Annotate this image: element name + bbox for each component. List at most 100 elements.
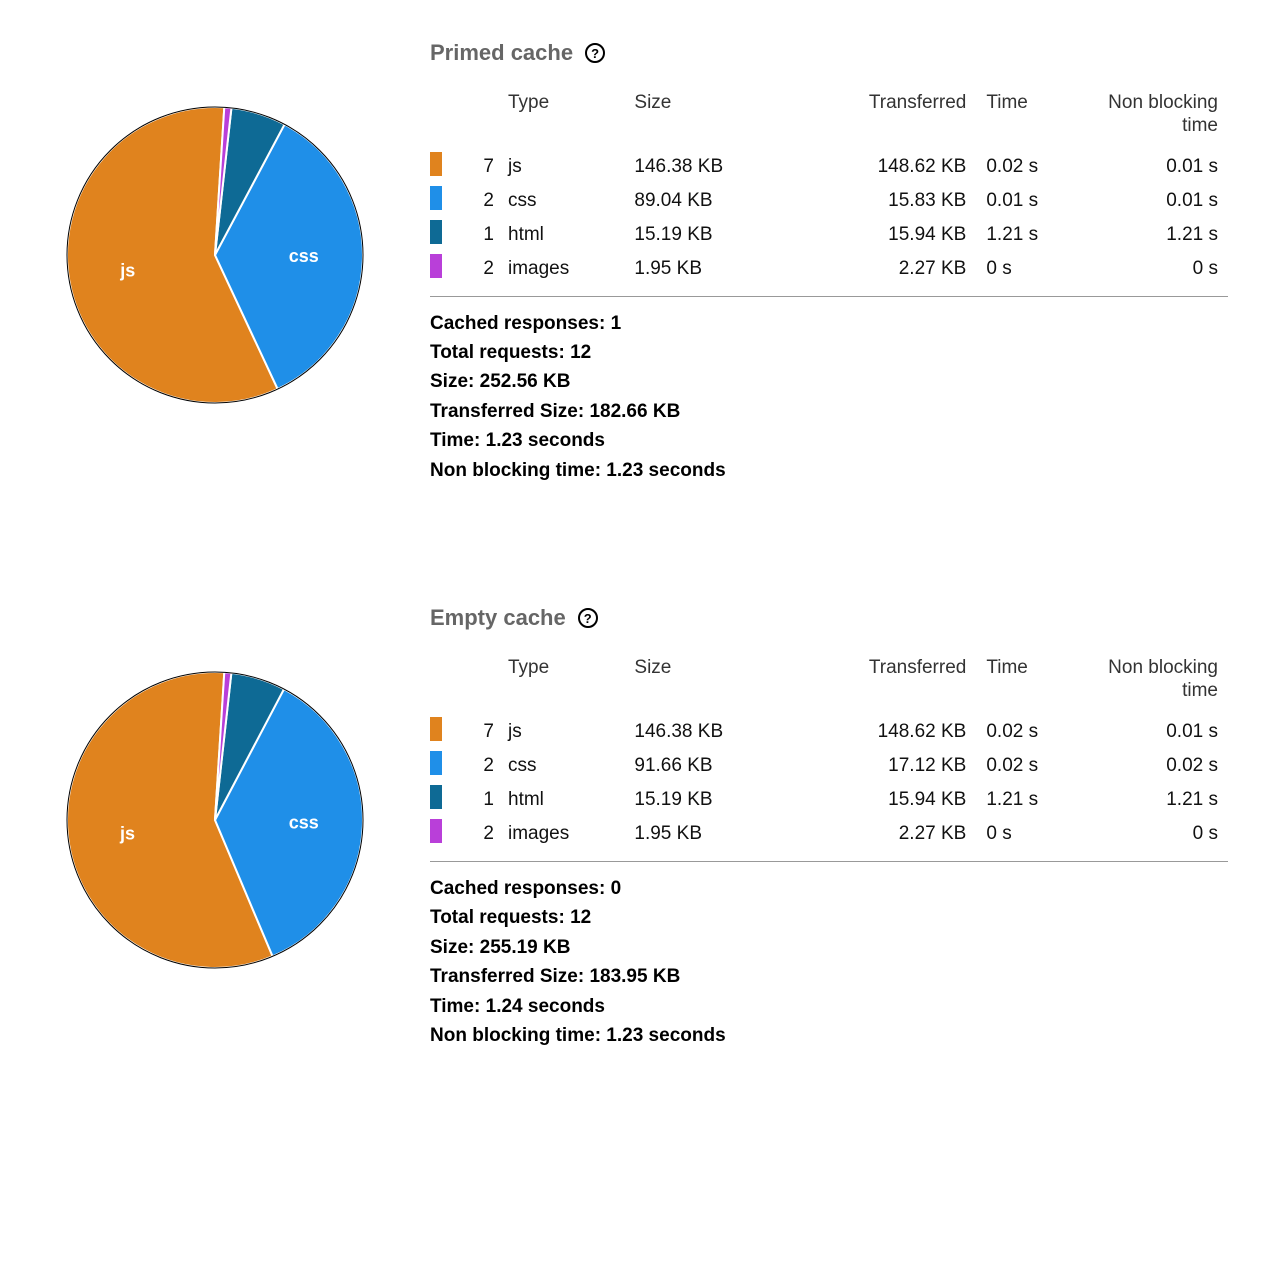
cell-count: 2: [458, 184, 498, 218]
col-time: Time: [976, 84, 1088, 150]
cell-time: 0.02 s: [976, 749, 1088, 783]
cell-size: 15.19 KB: [624, 783, 793, 817]
summary-time: Time1.23 seconds: [430, 426, 1228, 455]
col-type: Type: [498, 649, 624, 715]
cell-count: 7: [458, 150, 498, 184]
cell-count: 2: [458, 817, 498, 851]
cell-count: 1: [458, 218, 498, 252]
cell-count: 2: [458, 252, 498, 286]
summary-total: Total requests12: [430, 903, 1228, 932]
cell-time: 1.21 s: [976, 783, 1088, 817]
cell-size: 15.19 KB: [624, 218, 793, 252]
cell-transferred: 148.62 KB: [794, 715, 977, 749]
swatch-html: [430, 220, 442, 244]
cell-time: 0.02 s: [976, 715, 1088, 749]
summary-label-size: Size: [430, 371, 480, 392]
swatch-js: [430, 152, 442, 176]
summary-value-total: 12: [570, 342, 591, 363]
summary-label-transferred: Transferred Size: [430, 401, 589, 422]
cell-nbt: 0 s: [1088, 252, 1228, 286]
cell-time: 0 s: [976, 252, 1088, 286]
cell-transferred: 2.27 KB: [794, 817, 977, 851]
cell-count: 1: [458, 783, 498, 817]
summary-value-transferred: 182.66 KB: [589, 401, 680, 422]
summary-label-cached: Cached responses: [430, 313, 611, 334]
swatch-images: [430, 254, 442, 278]
pie-chart: jscss: [60, 665, 370, 975]
col-count: [458, 649, 498, 715]
table-row: 7js146.38 KB148.62 KB0.02 s0.01 s: [430, 715, 1228, 749]
cell-nbt: 0.01 s: [1088, 715, 1228, 749]
summary-label-time: Time: [430, 996, 486, 1017]
pie-label-css: css: [289, 813, 319, 833]
cell-size: 91.66 KB: [624, 749, 793, 783]
cell-size: 1.95 KB: [624, 252, 793, 286]
summary-total: Total requests12: [430, 338, 1228, 367]
table-row: 7js146.38 KB148.62 KB0.02 s0.01 s: [430, 150, 1228, 184]
cell-type: css: [498, 749, 624, 783]
summary-value-time: 1.24 seconds: [486, 996, 605, 1017]
section-title-text: Empty cache: [430, 605, 566, 631]
cell-type: html: [498, 218, 624, 252]
info-column: Empty cache?TypeSizeTransferredTimeNon b…: [400, 605, 1228, 1050]
cell-nbt: 0 s: [1088, 817, 1228, 851]
col-transferred: Transferred: [794, 649, 977, 715]
cell-type: html: [498, 783, 624, 817]
swatch-images: [430, 819, 442, 843]
summary: Cached responses1Total requests12Size252…: [430, 296, 1228, 486]
info-column: Primed cache?TypeSizeTransferredTimeNon …: [400, 40, 1228, 485]
summary-value-size: 255.19 KB: [480, 937, 571, 958]
cell-type: images: [498, 817, 624, 851]
section-1: jscssEmpty cache?TypeSizeTransferredTime…: [60, 605, 1228, 1050]
summary-size: Size255.19 KB: [430, 933, 1228, 962]
summary-transferred: Transferred Size183.95 KB: [430, 962, 1228, 991]
col-size: Size: [624, 649, 793, 715]
summary-value-nbt: 1.23 seconds: [606, 460, 725, 481]
col-time: Time: [976, 649, 1088, 715]
cell-transferred: 2.27 KB: [794, 252, 977, 286]
summary-cached: Cached responses0: [430, 874, 1228, 903]
section-title-text: Primed cache: [430, 40, 573, 66]
chart-column: jscss: [60, 605, 400, 975]
summary-value-cached: 1: [611, 313, 622, 334]
summary-label-time: Time: [430, 430, 486, 451]
summary-size: Size252.56 KB: [430, 367, 1228, 396]
col-transferred: Transferred: [794, 84, 977, 150]
chart-column: jscss: [60, 40, 400, 410]
cell-time: 0 s: [976, 817, 1088, 851]
col-nbt: Non blocking time: [1088, 84, 1228, 150]
summary-transferred: Transferred Size182.66 KB: [430, 397, 1228, 426]
help-icon[interactable]: ?: [578, 608, 598, 628]
section-title: Empty cache?: [430, 605, 1228, 631]
table-row: 2css89.04 KB15.83 KB0.01 s0.01 s: [430, 184, 1228, 218]
summary-value-total: 12: [570, 907, 591, 928]
breakdown-table: TypeSizeTransferredTimeNon blocking time…: [430, 84, 1228, 286]
swatch-css: [430, 186, 442, 210]
section-title: Primed cache?: [430, 40, 1228, 66]
table-row: 2css91.66 KB17.12 KB0.02 s0.02 s: [430, 749, 1228, 783]
summary-nbt: Non blocking time1.23 seconds: [430, 456, 1228, 485]
cell-type: js: [498, 150, 624, 184]
breakdown-table: TypeSizeTransferredTimeNon blocking time…: [430, 649, 1228, 851]
cell-nbt: 0.01 s: [1088, 150, 1228, 184]
cell-time: 0.01 s: [976, 184, 1088, 218]
summary-time: Time1.24 seconds: [430, 992, 1228, 1021]
summary-label-total: Total requests: [430, 907, 570, 928]
summary-label-total: Total requests: [430, 342, 570, 363]
swatch-css: [430, 751, 442, 775]
table-row: 1html15.19 KB15.94 KB1.21 s1.21 s: [430, 783, 1228, 817]
pie-chart: jscss: [60, 100, 370, 410]
cell-transferred: 17.12 KB: [794, 749, 977, 783]
col-type: Type: [498, 84, 624, 150]
section-0: jscssPrimed cache?TypeSizeTransferredTim…: [60, 40, 1228, 485]
cell-size: 146.38 KB: [624, 715, 793, 749]
summary-label-nbt: Non blocking time: [430, 460, 606, 481]
col-nbt: Non blocking time: [1088, 649, 1228, 715]
cell-type: js: [498, 715, 624, 749]
cell-transferred: 15.94 KB: [794, 783, 977, 817]
cell-size: 1.95 KB: [624, 817, 793, 851]
summary-label-transferred: Transferred Size: [430, 966, 589, 987]
help-icon[interactable]: ?: [585, 43, 605, 63]
summary-label-size: Size: [430, 937, 480, 958]
cell-count: 2: [458, 749, 498, 783]
